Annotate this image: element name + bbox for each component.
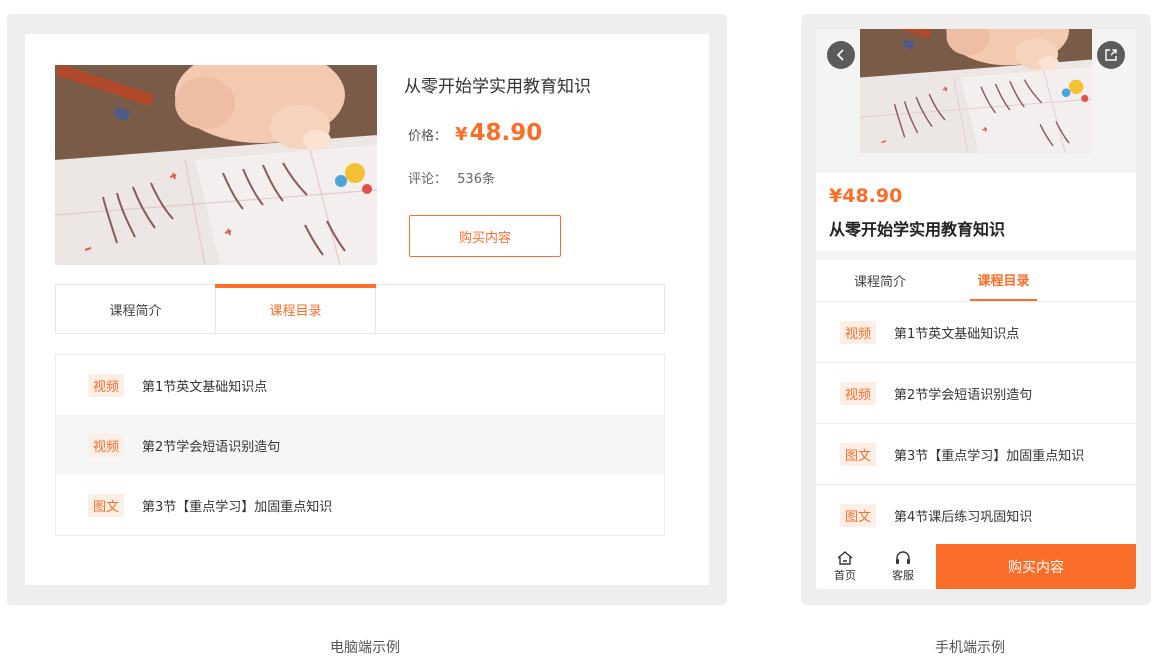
lesson-title: 第4节课后练习巩固知识 — [894, 510, 1033, 525]
pc-course-page: 从零开始学实用教育知识 价格： ¥ 48.90 评论： 536条 购买内容 课程… — [25, 34, 709, 585]
lesson-title: 第1节英文基础知识点 — [894, 326, 1020, 342]
lesson-item[interactable]: 图文 第4节课后练习巩固知识 — [816, 485, 1136, 546]
home-icon — [837, 551, 853, 565]
comment-count: 536条 — [457, 172, 495, 187]
lesson-item[interactable]: 图文 第3节【重点学习】加固重点知识 — [816, 424, 1136, 485]
lesson-type-badge: 视频 — [88, 373, 125, 397]
lesson-type-badge: 视频 — [88, 433, 125, 457]
course-title: 从零开始学实用教育知识 — [404, 77, 591, 97]
lesson-title: 第1节英文基础知识点 — [142, 379, 268, 395]
back-icon — [836, 49, 844, 61]
course-title: 从零开始学实用教育知识 — [829, 220, 1006, 239]
lesson-title: 第2节学会短语识别造句 — [142, 439, 281, 455]
comment-row: 评论： 536条 — [408, 168, 495, 187]
mobile-example-frame: ¥48.90 从零开始学实用教育知识 课程简介 课程目录 视频 第1节英文基础知… — [801, 14, 1151, 605]
lesson-item[interactable]: 图文 第3节【重点学习】加固重点知识 — [56, 475, 664, 535]
share-icon — [1105, 49, 1117, 61]
lesson-item[interactable]: 视频 第1节英文基础知识点 — [56, 355, 664, 415]
tab-intro[interactable]: 课程简介 — [850, 260, 910, 301]
nav-service-label: 客服 — [892, 569, 914, 582]
price-row: 价格： ¥ 48.90 — [408, 120, 542, 146]
price-value: ¥48.90 — [829, 185, 903, 207]
course-tabs: 课程简介 课程目录 — [55, 284, 665, 334]
mobile-example-caption: 手机端示例 — [935, 640, 1005, 656]
nav-service[interactable]: 客服 — [874, 544, 932, 589]
pc-example-frame: 从零开始学实用教育知识 价格： ¥ 48.90 评论： 536条 购买内容 课程… — [7, 14, 727, 605]
lesson-list: 视频 第1节英文基础知识点 视频 第2节学会短语识别造句 图文 第3节【重点学习… — [55, 354, 665, 536]
lesson-type-badge: 视频 — [840, 320, 877, 344]
bottom-action-bar: 首页 客服 购买内容 — [816, 544, 1136, 589]
lesson-item[interactable]: 视频 第1节英文基础知识点 — [816, 302, 1136, 363]
lesson-list: 视频 第1节英文基础知识点 视频 第2节学会短语识别造句 图文 第3节【重点学习… — [816, 302, 1136, 546]
course-cover-image — [55, 65, 377, 265]
lesson-type-badge: 图文 — [88, 493, 125, 517]
price-symbol: ¥ — [455, 124, 468, 145]
lesson-title: 第3节【重点学习】加固重点知识 — [142, 499, 333, 515]
mobile-course-page: ¥48.90 从零开始学实用教育知识 课程简介 课程目录 视频 第1节英文基础知… — [816, 29, 1136, 589]
share-button[interactable] — [1097, 41, 1125, 69]
course-cover-image — [816, 29, 1136, 173]
tab-catalog[interactable]: 课程目录 — [970, 260, 1037, 301]
pc-example-caption: 电脑端示例 — [330, 640, 400, 656]
price-value: 48.90 — [469, 120, 543, 146]
price-label: 价格： — [408, 129, 448, 144]
tab-catalog[interactable]: 课程目录 — [215, 284, 376, 333]
comment-label: 评论： — [408, 172, 448, 187]
lesson-item[interactable]: 视频 第2节学会短语识别造句 — [816, 363, 1136, 424]
back-button[interactable] — [827, 41, 855, 69]
course-info: ¥48.90 从零开始学实用教育知识 — [816, 173, 1136, 250]
course-tabs: 课程简介 课程目录 — [816, 260, 1136, 302]
lesson-item[interactable]: 视频 第2节学会短语识别造句 — [56, 415, 664, 475]
buy-button[interactable]: 购买内容 — [409, 215, 561, 257]
nav-home[interactable]: 首页 — [816, 544, 874, 589]
headset-icon — [896, 551, 910, 564]
lesson-title: 第3节【重点学习】加固重点知识 — [894, 448, 1085, 464]
lesson-type-badge: 图文 — [840, 442, 877, 466]
tab-intro[interactable]: 课程简介 — [56, 285, 216, 333]
lesson-type-badge: 视频 — [840, 381, 877, 405]
nav-home-label: 首页 — [834, 569, 856, 582]
lesson-type-badge: 图文 — [840, 504, 877, 527]
lesson-title: 第2节学会短语识别造句 — [894, 387, 1033, 403]
buy-button[interactable]: 购买内容 — [936, 544, 1136, 589]
